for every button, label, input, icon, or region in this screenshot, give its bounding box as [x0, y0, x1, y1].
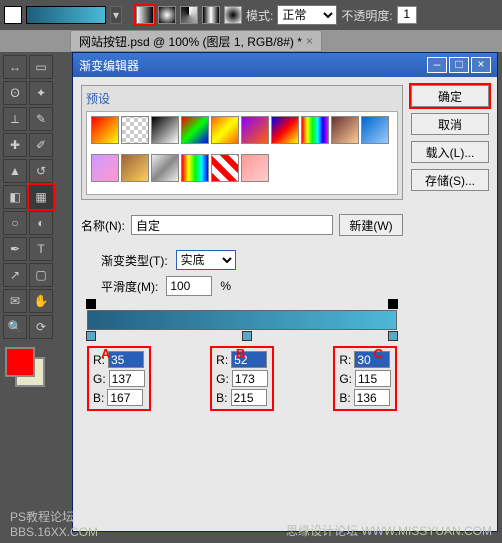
ok-button[interactable]: 确定: [411, 85, 489, 107]
preset-swatch[interactable]: [121, 154, 149, 182]
crop-tool-icon[interactable]: ⟂: [3, 107, 27, 131]
dialog-title: 渐变编辑器: [79, 57, 139, 74]
minimize-icon[interactable]: –: [427, 57, 447, 73]
marker-b: B: [236, 346, 245, 361]
tab-title: 网站按钮.psd @ 100% (图层 1, RGB/8#) *: [79, 33, 302, 50]
r-input-a[interactable]: [108, 351, 144, 368]
pen-tool-icon[interactable]: ✒: [3, 237, 27, 261]
new-button[interactable]: 新建(W): [339, 214, 403, 236]
preset-swatch[interactable]: [91, 154, 119, 182]
type-tool-icon[interactable]: T: [29, 237, 53, 261]
preset-swatch[interactable]: [241, 154, 269, 182]
preset-swatch[interactable]: [271, 116, 299, 144]
type-label: 渐变类型(T):: [101, 252, 168, 269]
rotate-tool-icon[interactable]: ⟳: [29, 315, 53, 339]
toolbox: ↔ ▭ ʘ ✦ ⟂ ✎ ✚ ✐ ▲ ↺ ◧ ▦ ○ ◐ ✒ T ↗ ▢ ✉ ✋ …: [0, 52, 60, 392]
opacity-value[interactable]: 1: [397, 6, 417, 24]
gradient-tool-icon[interactable]: ▦: [29, 185, 53, 209]
lasso-tool-icon[interactable]: ʘ: [3, 81, 27, 105]
save-button[interactable]: 存储(S)...: [411, 169, 489, 191]
brush-tool-icon[interactable]: ✐: [29, 133, 53, 157]
preset-swatch[interactable]: [211, 154, 239, 182]
preset-swatch[interactable]: [151, 154, 179, 182]
diamond-gradient-icon[interactable]: [224, 6, 242, 24]
opacity-stop[interactable]: [86, 299, 96, 309]
preset-swatch[interactable]: [181, 116, 209, 144]
presets-panel: 预设: [81, 85, 403, 200]
shape-tool-icon[interactable]: ▢: [29, 263, 53, 287]
eraser-tool-icon[interactable]: ◧: [3, 185, 27, 209]
smooth-input[interactable]: [166, 276, 212, 296]
r-input-c[interactable]: [354, 351, 390, 368]
preset-swatch[interactable]: [241, 116, 269, 144]
wand-tool-icon[interactable]: ✦: [29, 81, 53, 105]
gradient-editor-dialog: 渐变编辑器 – □ × 预设: [72, 52, 498, 532]
close-icon[interactable]: ×: [471, 57, 491, 73]
load-button[interactable]: 载入(L)...: [411, 141, 489, 163]
color-stop[interactable]: [242, 331, 252, 341]
preset-grid[interactable]: [86, 111, 398, 195]
notes-tool-icon[interactable]: ✉: [3, 289, 27, 313]
gradient-bar[interactable]: [87, 310, 397, 330]
type-select[interactable]: 实底: [176, 250, 236, 270]
document-tab[interactable]: 网站按钮.psd @ 100% (图层 1, RGB/8#) * ×: [70, 30, 322, 52]
dodge-tool-icon[interactable]: ◐: [29, 211, 53, 235]
angle-gradient-icon[interactable]: [180, 6, 198, 24]
g-input-c[interactable]: [355, 370, 391, 387]
cancel-button[interactable]: 取消: [411, 113, 489, 135]
opacity-label: 不透明度:: [341, 7, 392, 24]
foreground-color[interactable]: [5, 347, 35, 377]
g-input-a[interactable]: [109, 370, 145, 387]
preset-swatch[interactable]: [331, 116, 359, 144]
smooth-label: 平滑度(M):: [101, 278, 158, 295]
hand-tool-icon[interactable]: ✋: [29, 289, 53, 313]
foreground-swatch[interactable]: [4, 6, 22, 24]
mode-label: 模式:: [246, 7, 273, 24]
marker-a: A: [101, 346, 110, 361]
b-input-c[interactable]: [354, 389, 390, 406]
preset-swatch[interactable]: [121, 116, 149, 144]
history-brush-icon[interactable]: ↺: [29, 159, 53, 183]
name-input[interactable]: [131, 215, 333, 235]
rgb-group-a: R: G: B:: [87, 346, 151, 411]
rgb-group-c: R: G: B:: [333, 346, 397, 411]
linear-gradient-icon[interactable]: [136, 6, 154, 24]
color-swatches[interactable]: [3, 345, 47, 389]
percent-label: %: [220, 279, 231, 293]
watermark: PS教程论坛 BBS.16XX.COM 思缘设计论坛 WWW.MISSYUAN.…: [0, 508, 502, 539]
preset-swatch[interactable]: [151, 116, 179, 144]
options-bar: ▾ 模式: 正常 不透明度: 1: [0, 0, 502, 30]
heal-tool-icon[interactable]: ✚: [3, 133, 27, 157]
b-input-a[interactable]: [107, 389, 143, 406]
reflected-gradient-icon[interactable]: [202, 6, 220, 24]
g-input-b[interactable]: [232, 370, 268, 387]
preset-swatch[interactable]: [181, 154, 209, 182]
mode-select[interactable]: 正常: [277, 5, 337, 25]
document-tabs: 网站按钮.psd @ 100% (图层 1, RGB/8#) * ×: [0, 30, 502, 52]
preset-swatch[interactable]: [361, 116, 389, 144]
eyedropper-tool-icon[interactable]: ✎: [29, 107, 53, 131]
b-input-b[interactable]: [231, 389, 267, 406]
color-stop[interactable]: [388, 331, 398, 341]
gradient-dropdown[interactable]: ▾: [110, 6, 122, 24]
marquee-tool-icon[interactable]: ▭: [29, 55, 53, 79]
dialog-titlebar[interactable]: 渐变编辑器 – □ ×: [73, 53, 497, 77]
marker-c: C: [374, 346, 383, 361]
blur-tool-icon[interactable]: ○: [3, 211, 27, 235]
name-label: 名称(N):: [81, 217, 125, 234]
gradient-preview[interactable]: [26, 6, 106, 24]
color-stop[interactable]: [86, 331, 96, 341]
opacity-stop[interactable]: [388, 299, 398, 309]
preset-swatch[interactable]: [301, 116, 329, 144]
preset-swatch[interactable]: [211, 116, 239, 144]
close-tab-icon[interactable]: ×: [306, 34, 313, 48]
zoom-tool-icon[interactable]: 🔍: [3, 315, 27, 339]
maximize-icon[interactable]: □: [449, 57, 469, 73]
move-tool-icon[interactable]: ↔: [3, 55, 27, 79]
stamp-tool-icon[interactable]: ▲: [3, 159, 27, 183]
path-tool-icon[interactable]: ↗: [3, 263, 27, 287]
preset-swatch[interactable]: [91, 116, 119, 144]
presets-label: 预设: [86, 90, 398, 107]
radial-gradient-icon[interactable]: [158, 6, 176, 24]
